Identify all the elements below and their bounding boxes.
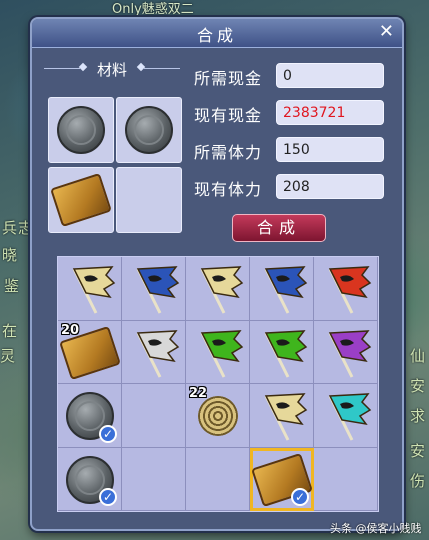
flag-icon — [200, 266, 244, 314]
flag-icon — [264, 393, 308, 441]
background-character: 安 — [410, 442, 426, 460]
inventory-slot[interactable] — [122, 384, 186, 448]
inventory-slot[interactable] — [250, 320, 314, 384]
check-icon: ✓ — [99, 488, 117, 506]
flag-icon — [72, 266, 116, 314]
materials-header: 材料 — [42, 57, 182, 79]
required-stamina-value: 150 — [276, 137, 384, 162]
inventory-slot[interactable] — [250, 257, 314, 321]
scroll-icon — [50, 172, 112, 228]
current-cash-value: 2383721 — [276, 100, 384, 125]
current-cash-label: 现有现金 — [194, 106, 263, 125]
current-stamina-label: 现有体力 — [194, 180, 263, 199]
inventory-slot[interactable] — [122, 257, 186, 321]
flag-icon — [264, 266, 308, 314]
current-stamina-value: 208 — [276, 174, 384, 199]
coin-icon — [125, 106, 173, 154]
background-character: 在 — [2, 322, 18, 340]
required-stamina-label: 所需体力 — [194, 143, 263, 162]
background-character: 兵 — [2, 219, 18, 237]
inventory-slot[interactable] — [186, 320, 250, 384]
flag-icon — [328, 329, 372, 378]
synthesis-dialog: 合成 ✕ 材料 所需现金 0 现有现金 2383721 所需体力 150 现有体… — [30, 17, 404, 531]
background-character: 晓 — [2, 246, 18, 264]
inventory-slot[interactable] — [314, 447, 378, 511]
spring-icon — [198, 396, 238, 436]
inventory-slot[interactable]: ✓ — [250, 447, 314, 511]
background-character: 求 — [410, 407, 426, 425]
required-cash-label: 所需现金 — [194, 69, 263, 88]
material-slot-2[interactable] — [116, 97, 182, 163]
materials-title: 材料 — [96, 61, 127, 79]
inventory-slot[interactable]: ✓ — [58, 384, 122, 448]
background-character: 安 — [410, 377, 426, 395]
background-character: 灵 — [0, 347, 16, 365]
inventory-slot[interactable]: ✓ — [58, 447, 122, 511]
inventory-slot[interactable]: 20 — [58, 320, 122, 384]
inventory-slot[interactable] — [122, 447, 186, 511]
background-character: 鉴 — [4, 277, 20, 295]
material-slot-1[interactable] — [48, 97, 114, 163]
inventory-slot[interactable] — [314, 257, 378, 321]
flag-icon — [136, 329, 180, 378]
inventory-grid: 20 ✓ 22 ✓ ✓ — [57, 256, 379, 512]
watermark: 头条 @侯客小贱贱 — [330, 522, 422, 535]
item-quantity: 20 — [61, 322, 80, 338]
required-cash-value: 0 — [276, 63, 384, 88]
check-icon: ✓ — [99, 424, 117, 443]
inventory-slot[interactable]: 22 — [186, 384, 250, 448]
check-icon: ✓ — [291, 488, 309, 506]
synthesize-button[interactable]: 合成 — [232, 214, 326, 242]
flag-icon — [200, 329, 244, 378]
inventory-slot[interactable] — [314, 384, 378, 448]
inventory-slot[interactable] — [186, 447, 250, 511]
inventory-slot[interactable] — [314, 320, 378, 384]
dialog-title: 合成 — [196, 26, 237, 45]
material-slot-4[interactable] — [116, 167, 182, 233]
background-character: 仙 — [410, 347, 426, 365]
material-slot-3[interactable] — [48, 167, 114, 233]
dialog-titlebar: 合成 ✕ — [32, 19, 402, 48]
flag-icon — [328, 393, 372, 441]
background-character: 伤 — [410, 472, 426, 490]
inventory-slot[interactable] — [122, 320, 186, 384]
flag-icon — [136, 266, 180, 314]
close-icon[interactable]: ✕ — [379, 21, 394, 42]
flag-icon — [264, 329, 308, 378]
background-top-text: Only魅惑双二 — [112, 2, 194, 17]
inventory-slot[interactable] — [58, 257, 122, 321]
flag-icon — [328, 266, 372, 314]
item-quantity: 22 — [189, 386, 208, 401]
divider-right — [144, 68, 180, 69]
coin-icon — [57, 106, 105, 154]
inventory-slot[interactable] — [250, 384, 314, 448]
inventory-slot[interactable] — [186, 257, 250, 321]
